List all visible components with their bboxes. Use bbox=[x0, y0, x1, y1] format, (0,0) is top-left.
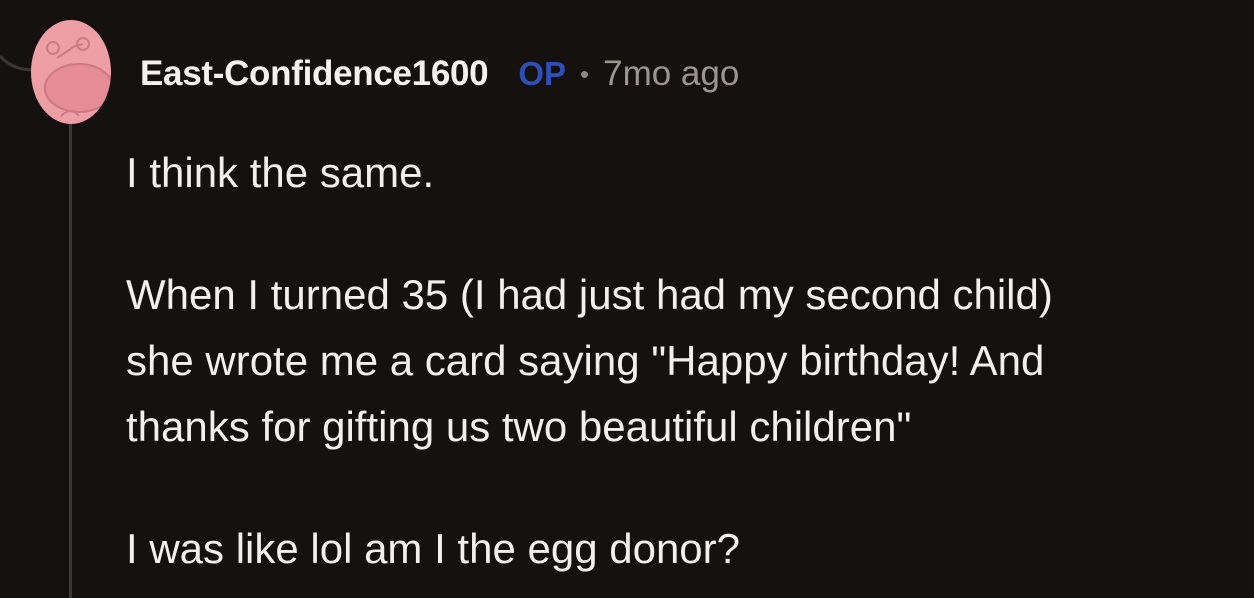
comment-paragraph: When I turned 35 (I had just had my seco… bbox=[126, 262, 1053, 460]
comment-line: she wrote me a card saying "Happy birthd… bbox=[126, 337, 1045, 384]
separator-dot: • bbox=[580, 58, 590, 89]
comment-line: thanks for gifting us two beautiful chil… bbox=[126, 403, 912, 450]
op-badge: OP bbox=[518, 55, 567, 92]
thread-line[interactable] bbox=[69, 122, 72, 598]
comment-paragraph: I think the same. bbox=[126, 149, 435, 196]
comment-paragraph: I was like lol am I the egg donor? bbox=[126, 525, 741, 572]
username-link[interactable]: East-Confidence1600 bbox=[140, 54, 489, 94]
comment-header: East-Confidence1600 OP • 7mo ago bbox=[140, 52, 739, 96]
comment-line: When I turned 35 (I had just had my seco… bbox=[126, 271, 1053, 318]
timestamp[interactable]: 7mo ago bbox=[603, 54, 739, 94]
avatar-icon[interactable] bbox=[31, 20, 111, 124]
